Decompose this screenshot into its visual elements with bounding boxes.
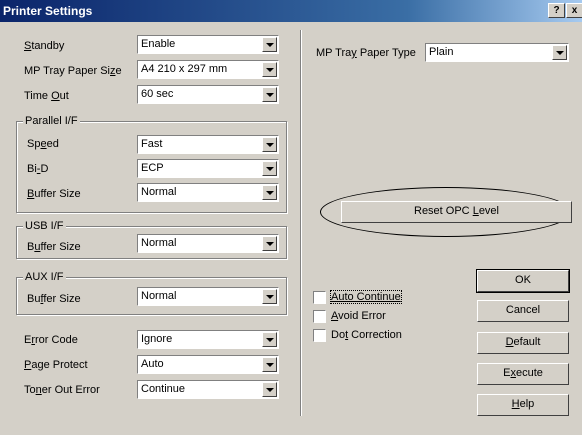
mp-tray-paper-type-label: MP Tray Paper Type	[316, 47, 416, 59]
close-title-button[interactable]: x	[566, 3, 582, 18]
mp-tray-paper-type-select[interactable]: Plain	[425, 43, 569, 62]
chevron-down-icon[interactable]	[262, 161, 277, 176]
speed-label: Speed	[27, 138, 59, 150]
chevron-down-icon[interactable]	[262, 332, 277, 347]
help-button[interactable]: Help	[477, 394, 569, 416]
dot-correction-label[interactable]: Dot Correction	[331, 329, 402, 341]
chevron-down-icon[interactable]	[552, 45, 567, 60]
toner-out-error-select[interactable]: Continue	[137, 380, 279, 399]
toner-out-error-label: Toner Out Error	[24, 384, 100, 396]
chevron-down-icon[interactable]	[262, 382, 277, 397]
aux-if-legend: AUX I/F	[23, 271, 66, 283]
auto-continue-checkbox[interactable]	[313, 291, 326, 304]
chevron-down-icon[interactable]	[262, 357, 277, 372]
mp-tray-paper-size-label: MP Tray Paper Size	[24, 65, 122, 77]
standby-select[interactable]: Enable	[137, 35, 279, 54]
error-code-label: Error Code	[24, 334, 78, 346]
chevron-down-icon[interactable]	[262, 137, 277, 152]
avoid-error-checkbox[interactable]	[313, 310, 326, 323]
avoid-error-label[interactable]: Avoid Error	[331, 310, 386, 322]
standby-label: Standby	[24, 40, 65, 52]
parallel-buffer-size-label: Buffer Size	[27, 188, 81, 200]
chevron-down-icon[interactable]	[262, 62, 277, 77]
reset-opc-level-button[interactable]: Reset OPC Level	[341, 201, 572, 223]
mp-tray-paper-size-select[interactable]: A4 210 x 297 mm	[137, 60, 279, 79]
time-out-label: Time Out	[24, 90, 69, 102]
dot-correction-checkbox[interactable]	[313, 329, 326, 342]
ok-button[interactable]: OK	[476, 269, 570, 293]
usb-buffer-size-select[interactable]: Normal	[137, 234, 279, 253]
time-out-select[interactable]: 60 sec	[137, 85, 279, 104]
speed-select[interactable]: Fast	[137, 135, 279, 154]
execute-button[interactable]: Execute	[477, 363, 569, 385]
error-code-select[interactable]: Ignore	[137, 330, 279, 349]
page-protect-label: Page Protect	[24, 359, 88, 371]
auto-continue-label[interactable]: Auto Continue	[330, 290, 402, 304]
chevron-down-icon[interactable]	[262, 185, 277, 200]
chevron-down-icon[interactable]	[262, 236, 277, 251]
vertical-divider	[300, 30, 301, 416]
aux-buffer-size-select[interactable]: Normal	[137, 287, 279, 306]
usb-if-legend: USB I/F	[23, 220, 66, 232]
chevron-down-icon[interactable]	[262, 87, 277, 102]
usb-buffer-size-label: Buffer Size	[27, 241, 81, 253]
aux-buffer-size-label: Buffer Size	[27, 293, 81, 305]
title-bar: Printer Settings ? x	[0, 0, 582, 22]
help-title-button[interactable]: ?	[548, 3, 565, 18]
parallel-buffer-size-select[interactable]: Normal	[137, 183, 279, 202]
page-protect-select[interactable]: Auto	[137, 355, 279, 374]
cancel-button[interactable]: Cancel	[477, 300, 569, 322]
default-button[interactable]: Default	[477, 332, 569, 354]
parallel-if-legend: Parallel I/F	[23, 115, 80, 127]
bid-select[interactable]: ECP	[137, 159, 279, 178]
chevron-down-icon[interactable]	[262, 289, 277, 304]
window-title: Printer Settings	[3, 4, 93, 18]
chevron-down-icon[interactable]	[262, 37, 277, 52]
bid-label: Bi-D	[27, 163, 49, 175]
